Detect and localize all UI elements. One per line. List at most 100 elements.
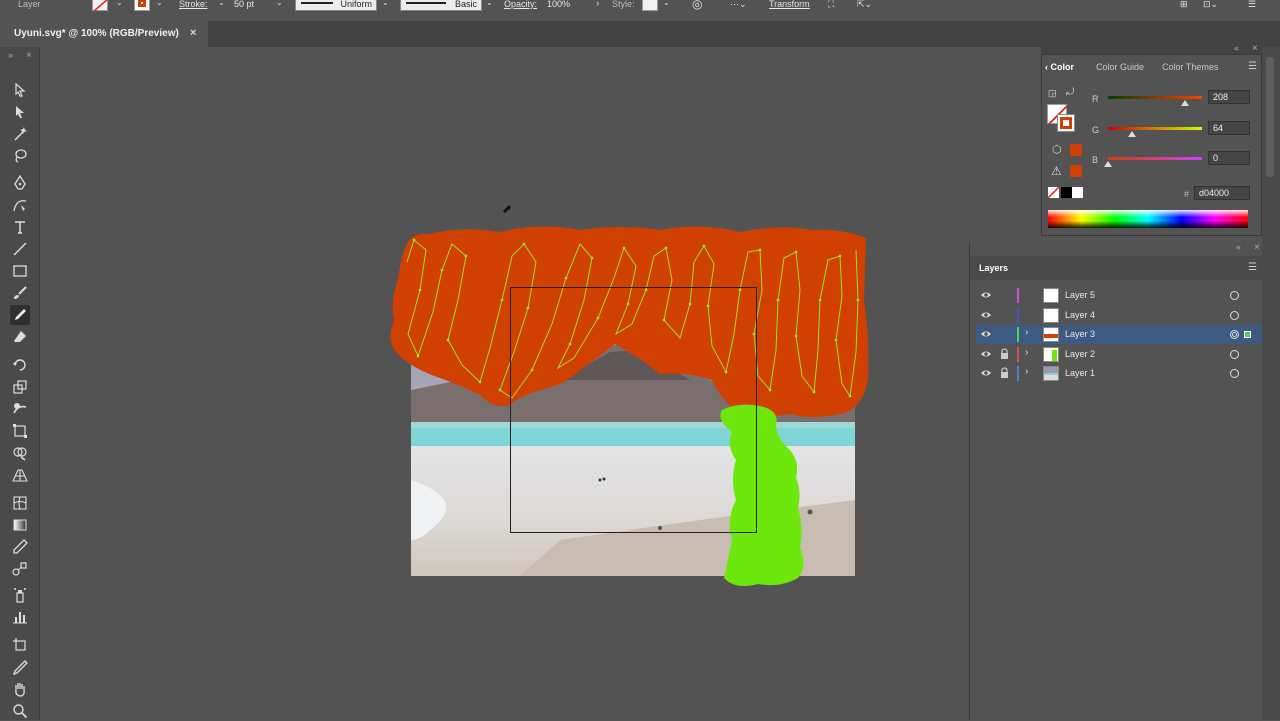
chevron-right-icon[interactable]: › [1025,327,1028,338]
lock-icon[interactable] [1000,367,1009,382]
scale-tool-icon[interactable] [10,377,30,397]
pencil-tool-icon[interactable] [10,305,30,325]
out-of-web-color-icon[interactable]: ⬡ [1052,143,1062,156]
scrollbar-thumb[interactable] [1266,57,1274,177]
eye-icon[interactable] [980,310,992,323]
target-circle-icon[interactable] [1230,310,1239,320]
in-gamut-swatch[interactable] [1070,165,1082,177]
r-value-field[interactable]: 208 [1208,90,1250,104]
hex-value-field[interactable]: d04000 [1194,186,1250,200]
layer-row[interactable]: › Layer 3 [976,325,1262,344]
style-dropdown-icon[interactable]: ⌄ [663,0,670,7]
layer-name[interactable]: Layer 5 [1065,290,1095,300]
layer-row[interactable]: Layer 5 [976,286,1262,305]
layers-menu-icon[interactable]: ☰ [1248,262,1257,273]
direct-selection-tool-icon[interactable] [10,102,30,122]
eye-icon[interactable] [980,349,992,362]
opacity-label[interactable]: Opacity: [504,0,537,11]
stroke-dropdown-icon[interactable]: ⌄ [156,0,163,7]
collapse-layers-icon[interactable]: « [1236,242,1241,252]
rectangle-tool-icon[interactable] [10,261,30,281]
eye-icon[interactable] [980,329,992,342]
column-graph-tool-icon[interactable] [10,607,30,627]
layers-title[interactable]: Layers [979,263,1008,273]
fill-dropdown-icon[interactable]: ⌄ [116,0,123,7]
panel-menu-icon[interactable]: ☰ [1248,0,1256,11]
stroke-swatch-large[interactable] [1057,114,1075,132]
b-value-field[interactable]: 0 [1208,151,1250,165]
perspective-grid-tool-icon[interactable] [10,465,30,485]
layer-name[interactable]: Layer 2 [1065,349,1095,359]
color-spectrum-bar[interactable] [1048,210,1248,228]
r-slider-thumb[interactable] [1180,100,1189,106]
search-adobe-stock-icon[interactable]: ⊡⌄ [1203,0,1218,11]
type-tool-icon[interactable] [10,217,30,237]
lasso-tool-icon[interactable] [10,146,30,166]
arrange-documents-icon[interactable]: ⊞ [1180,0,1188,11]
opacity-field[interactable]: 100% [547,0,570,11]
target-circle-icon[interactable] [1230,349,1239,359]
opacity-arrow-icon[interactable]: › [596,0,599,9]
chevron-right-icon[interactable]: › [1025,366,1028,377]
selected-art-indicator[interactable] [1244,331,1251,338]
layer-name[interactable]: Layer 4 [1065,310,1095,320]
warp-tool-icon[interactable] [10,399,30,419]
collapse-panel-icon[interactable]: « [1234,43,1239,53]
target-circle-icon[interactable] [1230,291,1239,300]
g-value-field[interactable]: 64 [1208,121,1250,135]
layer-name[interactable]: Layer 3 [1065,329,1095,339]
brush-dropdown-icon[interactable]: ⌄ [486,0,493,7]
none-swatch[interactable] [1048,187,1059,198]
free-transform-tool-icon[interactable] [10,421,30,441]
pen-tool-icon[interactable] [10,173,30,193]
b-slider[interactable] [1108,157,1202,160]
variable-width-profile-dropdown[interactable]: Uniform [295,0,377,11]
shape-builder-tool-icon[interactable] [10,443,30,463]
isolate-icon[interactable]: ⛶ [828,0,834,11]
mesh-tool-icon[interactable] [10,493,30,513]
layer-name[interactable]: Layer 1 [1065,368,1095,378]
close-toolbar-icon[interactable]: × [26,50,32,61]
hand-tool-icon[interactable] [10,679,30,699]
tab-color[interactable]: ‹ Color [1045,62,1074,72]
stroke-swatch[interactable] [134,0,150,11]
slice-tool-icon[interactable] [10,657,30,677]
variable-width-dropdown-icon[interactable]: ⌄ [382,0,389,7]
graphic-style-swatch[interactable] [642,0,658,11]
paintbrush-tool-icon[interactable] [10,283,30,303]
web-safe-swatch[interactable] [1070,144,1082,156]
stroke-weight-dropdown-icon[interactable]: ⌄ [276,0,283,7]
line-tool-icon[interactable] [10,239,30,259]
layer-row[interactable]: › Layer 2 [976,345,1262,364]
recolor-artwork-icon[interactable]: ◎ [692,0,702,11]
blend-tool-icon[interactable] [10,559,30,579]
g-slider-thumb[interactable] [1127,131,1136,137]
symbol-sprayer-tool-icon[interactable] [10,585,30,605]
close-layers-icon[interactable]: × [1254,242,1260,253]
eye-icon[interactable] [980,290,992,303]
close-icon[interactable]: × [190,21,196,45]
r-slider[interactable] [1108,96,1202,99]
magic-wand-tool-icon[interactable] [10,124,30,144]
target-circle-icon[interactable] [1230,330,1239,339]
stroke-weight-stepper-icon[interactable]: ⌄ [218,0,225,7]
swap-fill-stroke-icon[interactable]: ⤾ [1066,87,1074,98]
b-slider-thumb[interactable] [1104,161,1112,167]
tab-color-guide[interactable]: Color Guide [1096,62,1144,72]
eye-icon[interactable] [980,368,992,381]
eraser-tool-icon[interactable] [10,327,30,347]
panel-menu-icon[interactable]: ☰ [1248,61,1257,72]
layer-row[interactable]: › Layer 1 [976,364,1262,383]
chevron-right-icon[interactable]: › [1025,347,1028,358]
eyedropper-tool-icon[interactable] [10,537,30,557]
transform-label[interactable]: Transform [769,0,810,11]
gradient-tool-icon[interactable] [10,515,30,535]
selection-tool-icon[interactable] [10,80,30,100]
artboard-canvas[interactable] [41,47,969,720]
rotate-tool-icon[interactable] [10,355,30,375]
out-of-gamut-warning-icon[interactable]: ⚠ [1051,164,1062,178]
collapse-toolbar-icon[interactable]: » [8,50,13,60]
align-icon[interactable]: ⋯⌄ [730,0,747,11]
layer-row[interactable]: Layer 4 [976,306,1262,325]
fill-swatch[interactable] [92,0,108,12]
